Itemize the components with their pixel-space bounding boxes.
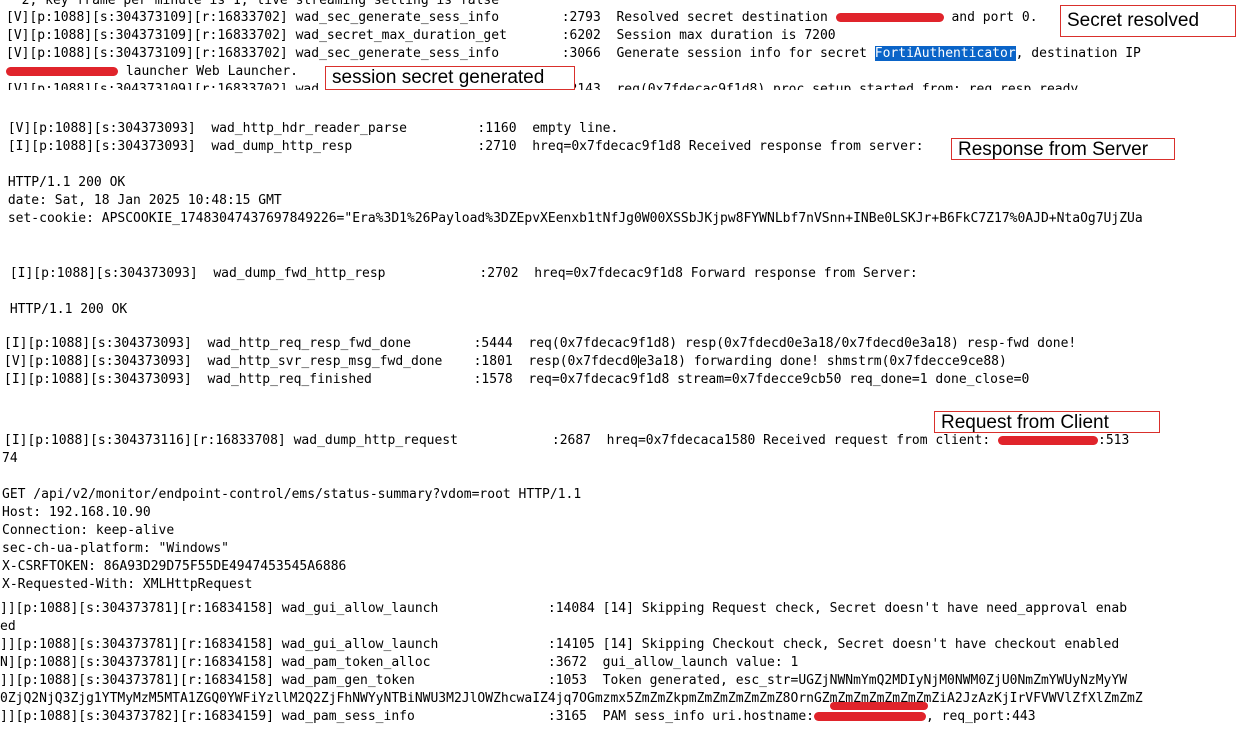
log-line: GET /api/v2/monitor/endpoint-control/ems… [2,487,582,502]
callout-response-server: Response from Server [951,138,1175,160]
callout-request-client: Request from Client [934,411,1160,433]
log-line: sec-ch-ua-platform: "Windows" [2,541,229,556]
log-line: set-cookie: APSCOOKIE_174830474376978492… [0,211,1143,226]
callout-secret-resolved: Secret resolved [1060,5,1236,37]
log-text: [I][p:1088][s:304373116][r:16833708] wad… [4,433,998,448]
log-text: [V][p:1088][s:304373109][r:16833702] wad… [6,46,875,61]
log-line: N][p:1088][s:304373781][r:16834158] wad_… [0,655,799,670]
log-text: , req_port:443 [925,709,1036,724]
log-line: HTTP/1.1 200 OK [2,302,128,317]
log-line: date: Sat, 18 Jan 2025 10:48:15 GMT [0,193,282,208]
log-snippet-response: [V][p:1088][s:304373093] wad_http_hdr_re… [0,116,1245,230]
log-text: [V][p:1088][s:304373093] wad_http_svr_re… [4,354,638,369]
log-snippet-request: [I][p:1088][s:304373116][r:16833708] wad… [0,424,1245,596]
log-text: [V][p:1088][s:304373109][r:16833702] wad… [6,10,836,25]
log-line: 0ZjQ2NjQ3Zjg1YTMyMzM5MTA1ZGQ0YWFiYzllM2Q… [0,690,1143,708]
log-line: [V][p:1088][s:304373093] wad_http_hdr_re… [0,121,619,136]
log-line: X-Requested-With: XMLHttpRequest [2,577,253,592]
log-line: ]][p:1088][s:304373781][r:16834158] wad_… [0,601,1128,616]
log-line: [V][p:1088][s:304373109][r:16833702] wad… [6,9,1038,27]
log-line: Host: 192.168.10.90 [2,505,151,520]
log-line: [V][p:1088][s:304373093] wad_http_svr_re… [4,353,1007,371]
log-line: ]][p:1088][s:304373781][r:16834158] wad_… [0,673,1128,688]
log-line: [I][p:1088][s:304373093] wad_http_req_re… [4,336,1077,351]
log-text: 0ZjQ2NjQ3Zjg1YTMyMzM5MTA1ZGQ0YWFiYzllM2Q… [0,691,830,706]
log-line: Connection: keep-alive [2,523,175,538]
redaction-mark [6,67,118,76]
log-snippet-pam: ]][p:1088][s:304373781][r:16834158] wad_… [0,598,1245,739]
log-line: [I][p:1088][s:304373093] wad_dump_fwd_ht… [2,266,918,281]
log-text: , destination IP [1015,46,1141,61]
log-line: ]][p:1088][s:304373781][r:16834158] wad_… [0,637,1120,652]
redaction-mark [813,712,926,721]
log-line: [I][p:1088][s:304373093] wad_http_req_fi… [4,372,1030,387]
log-text: e3a18) forwarding done! shmstrm(0x7fdecc… [638,354,1007,369]
log-line: [V][p:1088][s:304373109][r:16833702] wad… [6,45,1141,63]
log-line: 74 [2,451,18,466]
log-line: launcher Web Launcher. [6,63,298,81]
log-text: ]][p:1088][s:304373782][r:16834159] wad_… [0,709,814,724]
log-line: [I][p:1088][s:304373116][r:16833708] wad… [4,432,1129,450]
log-snippet-secret: 2, key frame per minute is 1, live strea… [0,0,1245,90]
log-text: launcher Web Launcher. [118,64,299,79]
redaction-mark [998,436,1098,445]
redaction-mark [830,702,928,710]
redaction-mark [835,13,944,22]
log-line: ed [0,619,16,634]
callout-session-secret: session secret generated [325,66,575,90]
log-snippet-forward: [I][p:1088][s:304373093] wad_dump_fwd_ht… [0,256,1245,392]
log-line: HTTP/1.1 200 OK [0,175,126,190]
selected-text[interactable]: FortiAuthenticator [874,46,1016,61]
log-line: ]][p:1088][s:304373782][r:16834159] wad_… [0,708,1036,726]
log-text: and port 0. [943,10,1038,25]
log-line: X-CSRFTOKEN: 86A93D29D75F55DE4947453545A… [2,559,347,574]
log-line: [V][p:1088][s:304373109][r:16833702] wad… [6,28,836,43]
log-text: :513 [1098,433,1130,448]
log-line: [I][p:1088][s:304373093] wad_dump_http_r… [0,139,924,154]
